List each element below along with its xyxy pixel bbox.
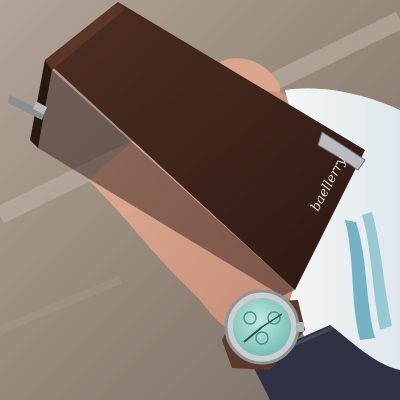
- watch-crown: [296, 322, 304, 332]
- photo-scene: baellerry: [0, 0, 400, 400]
